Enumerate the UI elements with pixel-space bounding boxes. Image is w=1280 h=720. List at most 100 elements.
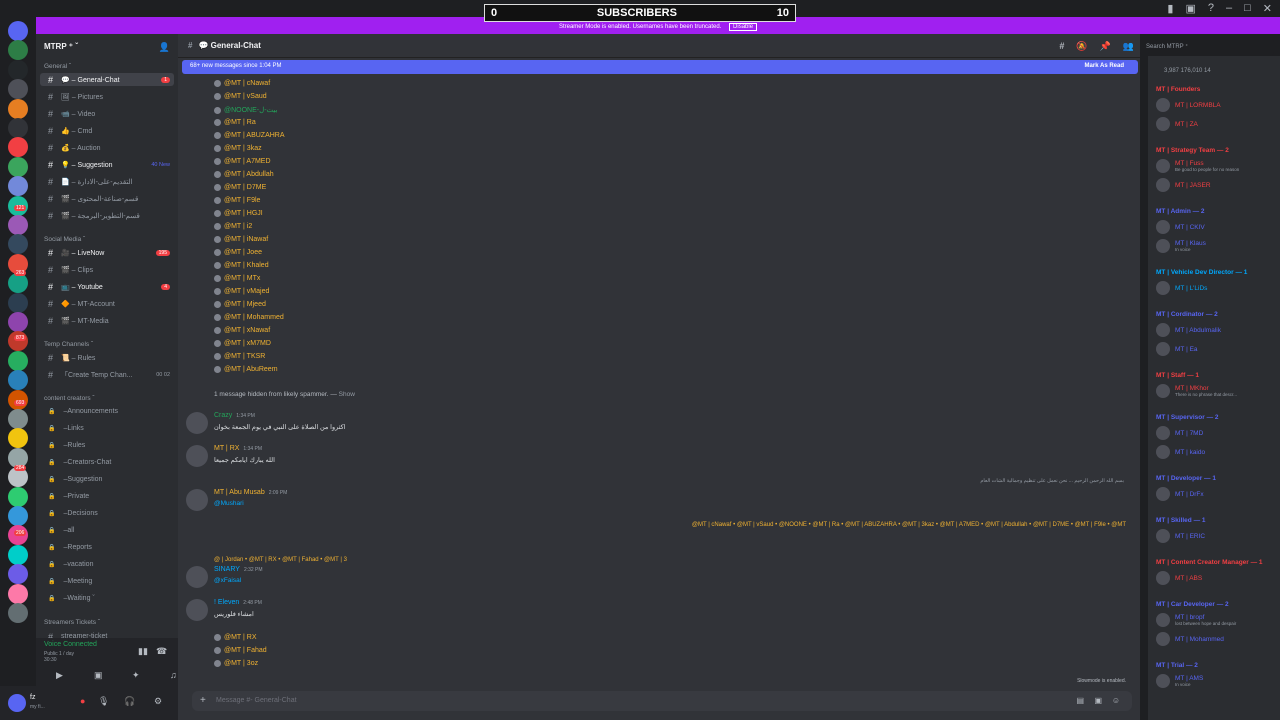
message-author[interactable]: SINARY 2:32 PM bbox=[214, 566, 263, 573]
server-icon[interactable] bbox=[8, 350, 28, 371]
mention-line[interactable]: @MT | RX bbox=[214, 634, 257, 641]
activity-icon[interactable]: ✦ bbox=[132, 670, 140, 681]
mention-row[interactable]: @MT | cNawaf • @MT | vSaud • @NOONE • @M… bbox=[692, 522, 1126, 528]
channel-item[interactable]: 🔒 – Reports bbox=[40, 541, 174, 554]
server-icon[interactable] bbox=[8, 564, 28, 585]
server-icon[interactable] bbox=[8, 292, 28, 313]
mention-line[interactable]: @MT | iNawaf bbox=[214, 236, 268, 243]
server-icon[interactable] bbox=[8, 40, 28, 61]
category-social[interactable]: Social Media ˇ bbox=[44, 236, 85, 243]
add-attachment-icon[interactable]: + bbox=[200, 695, 206, 706]
gif-icon[interactable]: ▤ bbox=[1076, 696, 1084, 705]
channel-item[interactable]: 🔒 – Decisions bbox=[40, 507, 174, 520]
avatar[interactable] bbox=[186, 412, 208, 434]
mention-line[interactable]: @MT | i2 bbox=[214, 223, 252, 230]
search-input[interactable]: Search MTRP ⁺ bbox=[1140, 39, 1274, 55]
mention-line[interactable]: @MT | F9le bbox=[214, 197, 260, 204]
reply-reference[interactable]: @ | Jordan • @MT | RX • @MT | Fahad • @M… bbox=[214, 557, 347, 563]
member-item[interactable]: MT | JASER bbox=[1156, 176, 1280, 194]
mention-line[interactable]: @MT | A7MED bbox=[214, 158, 271, 165]
mention-line[interactable]: @MT | D7ME bbox=[214, 184, 266, 191]
member-item[interactable]: MT | MKhor There is no phrase that descr.… bbox=[1156, 382, 1280, 400]
server-icon[interactable] bbox=[8, 583, 28, 604]
server-icon[interactable] bbox=[8, 21, 28, 41]
member-item[interactable]: MT | AMS In voice bbox=[1156, 672, 1280, 690]
help-icon[interactable]: ? bbox=[1208, 2, 1214, 15]
server-icon[interactable] bbox=[8, 312, 28, 332]
mention-line[interactable]: @MT | 3kaz bbox=[214, 145, 262, 152]
channel-item[interactable]: 🔒 – all bbox=[40, 524, 174, 537]
member-item[interactable]: MT | DrFx bbox=[1156, 485, 1280, 503]
channel-item[interactable]: # 👍 – Cmd bbox=[40, 124, 174, 137]
channel-item[interactable]: # 💬 – General-Chat 1 bbox=[40, 73, 174, 86]
channel-item[interactable]: 🔒 – Rules bbox=[40, 439, 174, 452]
channel-item[interactable]: # 🖼 – Pictures bbox=[40, 90, 174, 103]
message-author[interactable]: MT | RX 1:34 PM bbox=[214, 445, 262, 452]
server-icon[interactable] bbox=[8, 603, 28, 623]
members-icon[interactable]: 👥 bbox=[1123, 41, 1134, 52]
disable-button[interactable]: Disable bbox=[729, 23, 758, 31]
member-item[interactable]: MT | ERIC bbox=[1156, 527, 1280, 545]
channel-item[interactable]: # 🎬 – Clips bbox=[40, 263, 174, 276]
category-temp[interactable]: Temp Channels ˇ bbox=[44, 341, 93, 348]
server-name[interactable]: MTRP ⁺ ˇ bbox=[44, 42, 78, 51]
member-item[interactable]: MT | 7MD bbox=[1156, 424, 1280, 442]
mention-line[interactable]: @MT | xNawaf bbox=[214, 327, 270, 334]
channel-item[interactable]: # 🎬 – MT-Media bbox=[40, 314, 174, 327]
member-item[interactable]: MT | L'LiDs bbox=[1156, 279, 1280, 297]
message-author[interactable]: MT | Abu Musab 2:09 PM bbox=[214, 489, 287, 496]
member-item[interactable]: MT | CKIV bbox=[1156, 218, 1280, 236]
add-member-icon[interactable]: 👤 bbox=[159, 42, 170, 53]
mention-line[interactable]: @MT | vSaud bbox=[214, 93, 267, 100]
mention-line[interactable]: @MT | Ra bbox=[214, 119, 256, 126]
server-icon[interactable] bbox=[8, 370, 28, 391]
member-item[interactable]: MT | Klaus In voice bbox=[1156, 237, 1280, 255]
member-item[interactable]: MT | LORMBLA bbox=[1156, 96, 1280, 114]
signal-icon[interactable]: ▮▮ bbox=[138, 646, 148, 657]
microphone-icon[interactable]: 🎙 bbox=[98, 696, 109, 707]
channel-item[interactable]: 🔒 – vacation bbox=[40, 558, 174, 571]
notification-icon[interactable]: 🔕 bbox=[1076, 41, 1087, 52]
mention-line[interactable]: @MT | vMajed bbox=[214, 288, 269, 295]
channel-item[interactable]: # 🎥 – LiveNow 195 bbox=[40, 246, 174, 259]
server-icon[interactable] bbox=[8, 544, 28, 565]
mention-line[interactable]: @MT | Fahad bbox=[214, 647, 267, 654]
message-author[interactable]: ! Eleven 2:48 PM bbox=[214, 599, 262, 606]
member-item[interactable]: MT | ZA bbox=[1156, 115, 1280, 133]
maximize-icon[interactable]: □ bbox=[1244, 2, 1251, 15]
pin-icon[interactable]: 📌 bbox=[1100, 41, 1111, 52]
channel-item[interactable]: # 📹 – Video bbox=[40, 107, 174, 120]
show-link[interactable]: Show bbox=[339, 391, 355, 398]
channel-item[interactable]: 🔒 – Waiting ˇ bbox=[40, 592, 174, 605]
category-streamers[interactable]: Streamers Tickets ˇ bbox=[44, 619, 100, 626]
mention-line[interactable]: @MT | Khaled bbox=[214, 262, 269, 269]
server-icon[interactable] bbox=[8, 506, 28, 526]
server-icon[interactable] bbox=[8, 59, 28, 80]
record-icon[interactable]: ● bbox=[80, 696, 85, 706]
channel-item[interactable]: # 「Create Temp Chan... 00 02 bbox=[40, 368, 174, 381]
server-icon[interactable] bbox=[8, 118, 28, 138]
message-input[interactable]: + Message #- General-Chat ☺ ▣ ▤ bbox=[192, 691, 1132, 711]
disconnect-icon[interactable]: ☎ bbox=[156, 646, 167, 657]
settings-icon[interactable]: ⚙ bbox=[154, 696, 162, 707]
server-icon[interactable] bbox=[8, 79, 28, 100]
inbox-icon[interactable]: ▣ bbox=[1185, 2, 1195, 15]
channel-item[interactable]: # 📜 – Rules bbox=[40, 351, 174, 364]
threads-icon[interactable]: # bbox=[1059, 41, 1064, 52]
server-icon[interactable] bbox=[8, 98, 28, 119]
mention-line[interactable]: @MT | Joee bbox=[214, 249, 262, 256]
screen-share-icon[interactable]: ▣ bbox=[94, 670, 103, 681]
mention-line[interactable]: @MT | Mjeed bbox=[214, 301, 266, 308]
member-item[interactable]: MT | Fuss Be good to people for no reason bbox=[1156, 157, 1280, 175]
video-icon[interactable]: ▶ bbox=[56, 670, 63, 681]
channel-item[interactable]: # 🎬 – قسم-التطوير-البرمجة bbox=[40, 209, 174, 222]
avatar[interactable] bbox=[8, 694, 26, 712]
emoji-icon[interactable]: ☺ bbox=[1112, 696, 1120, 705]
server-icon[interactable] bbox=[8, 428, 28, 449]
channel-item[interactable]: # 📄 – التقديم-على-الادارة bbox=[40, 175, 174, 188]
server-icon[interactable] bbox=[8, 176, 28, 197]
close-icon[interactable]: ✕ bbox=[1263, 2, 1272, 15]
member-item[interactable]: MT | bropf lost between hope and despair bbox=[1156, 611, 1280, 629]
mention-line[interactable]: @MT | Abdullah bbox=[214, 171, 274, 178]
channel-item[interactable]: 🔒 – Links bbox=[40, 422, 174, 435]
